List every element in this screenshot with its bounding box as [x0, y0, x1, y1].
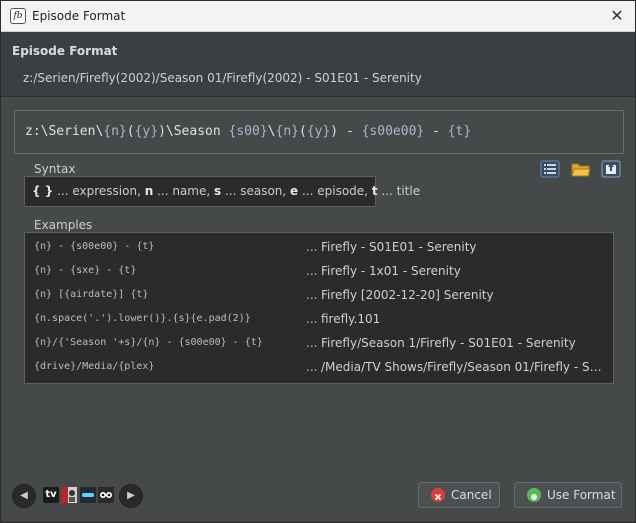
format-literal-token: ) -: [330, 124, 362, 139]
examples-label: Examples: [34, 218, 93, 232]
cancel-button[interactable]: Cancel: [418, 482, 500, 508]
window-title: Episode Format: [32, 9, 126, 23]
list-icon[interactable]: [540, 160, 560, 178]
title-bar: fb Episode Format ✕: [1, 1, 635, 32]
example-row[interactable]: {drive}/Media/{plex} ... /Media/TV Shows…: [25, 356, 613, 380]
header-panel: Episode Format z:/Serien/Firefly(2002)/S…: [1, 32, 635, 96]
syntax-description: ... season,: [221, 184, 291, 198]
format-literal-token: \: [267, 124, 276, 139]
example-expression: {n} - {sxe} - {t}: [34, 265, 137, 276]
use-format-icon: [527, 488, 541, 502]
syntax-help: { } ... expression, n ... name, s ... se…: [24, 176, 420, 207]
example-row[interactable]: {n}/{'Season '+s}/{n} - {s00e00} - {t} .…: [25, 332, 613, 356]
example-result: /Media/TV Shows/Firefly/Season 01/Firefl…: [321, 360, 609, 374]
format-literal-token: z:\Serien\: [25, 124, 104, 139]
example-row[interactable]: {n} - {s00e00} - {t} ... Firefly - S01E0…: [25, 236, 613, 260]
example-result: Firefly [2002-12-20] Serenity: [321, 288, 494, 302]
example-expression: {n} - {s00e00} - {t}: [34, 241, 155, 252]
format-variable-token: {n}: [275, 124, 299, 139]
example-row[interactable]: {n} - {sxe} - {t} ... Firefly - 1x01 - S…: [25, 260, 613, 284]
tvmaze-source-icon[interactable]: [98, 487, 114, 503]
syntax-label: Syntax: [34, 162, 76, 176]
syntax-description: ... expression,: [53, 184, 145, 198]
next-source-button[interactable]: ▶: [119, 484, 143, 508]
example-result: Firefly - S01E01 - Serenity: [321, 240, 477, 254]
episode-format-dialog: fb Episode Format ✕ Episode Format z:/Se…: [0, 0, 636, 523]
preview-path: z:/Serien/Firefly(2002)/Season 01/Firefl…: [23, 71, 422, 85]
format-variable-token: {t}: [447, 124, 472, 139]
content-panel: z:\Serien\{n}({y})\Season {s00}\{n}({y})…: [1, 96, 635, 521]
format-literal-token: (: [126, 124, 135, 139]
format-literal-token: )\Season: [158, 124, 229, 139]
cancel-icon: [431, 488, 445, 502]
thetvdb-source-icon[interactable]: [80, 487, 96, 503]
dialog-footer: ◀ tv ▶ Cancel Use Format: [1, 482, 635, 522]
use-format-button[interactable]: Use Format: [514, 482, 622, 508]
example-separator: ...: [306, 312, 318, 326]
tvrage-source-icon[interactable]: tv: [43, 487, 59, 503]
example-row[interactable]: {n.space('.').lower()}.{s}{e.pad(2)} ...…: [25, 308, 613, 332]
previous-source-button[interactable]: ◀: [12, 484, 36, 508]
syntax-description: ... episode,: [298, 184, 372, 198]
format-variable-token: {s00e00}: [361, 124, 425, 139]
format-variable-token: {y}: [306, 124, 331, 139]
anidb-source-icon[interactable]: [61, 487, 77, 503]
example-separator: ...: [306, 288, 318, 302]
example-result: firefly.101: [321, 312, 381, 326]
example-result: Firefly/Season 1/Firefly - S01E01 - Sere…: [321, 336, 576, 350]
filebot-app-icon: fb: [10, 8, 26, 24]
format-literal-token: -: [424, 124, 448, 139]
format-literal-token: (: [298, 124, 307, 139]
export-icon[interactable]: [601, 160, 621, 178]
example-expression: {n} [{airdate}] {t}: [34, 289, 149, 300]
syntax-description: ... title: [377, 184, 421, 198]
example-expression: {drive}/Media/{plex}: [34, 361, 155, 372]
open-folder-icon[interactable]: [571, 160, 591, 178]
use-format-label: Use Format: [547, 488, 616, 502]
examples-list: {n} - {s00e00} - {t} ... Firefly - S01E0…: [24, 232, 614, 384]
format-variable-token: {n}: [103, 124, 127, 139]
example-separator: ...: [306, 264, 318, 278]
example-separator: ...: [306, 336, 318, 350]
syntax-description: ... name,: [153, 184, 214, 198]
example-row[interactable]: {n} [{airdate}] {t} ... Firefly [2002-12…: [25, 284, 613, 308]
example-separator: ...: [306, 360, 318, 374]
example-result: Firefly - 1x01 - Serenity: [321, 264, 461, 278]
cancel-label: Cancel: [451, 488, 492, 502]
format-toolbar: [540, 160, 622, 180]
example-expression: {n.space('.').lower()}.{s}{e.pad(2)}: [34, 313, 251, 324]
close-icon[interactable]: ✕: [607, 6, 627, 26]
example-expression: {n}/{'Season '+s}/{n} - {s00e00} - {t}: [34, 337, 263, 348]
format-variable-token: {y}: [134, 124, 159, 139]
format-expression-input[interactable]: z:\Serien\{n}({y})\Season {s00}\{n}({y})…: [14, 110, 624, 154]
format-variable-token: {s00}: [228, 124, 268, 139]
header-title: Episode Format: [12, 44, 118, 58]
syntax-key: n: [144, 184, 154, 198]
syntax-key: { }: [32, 184, 54, 198]
example-separator: ...: [306, 240, 318, 254]
syntax-key: e: [290, 184, 299, 198]
